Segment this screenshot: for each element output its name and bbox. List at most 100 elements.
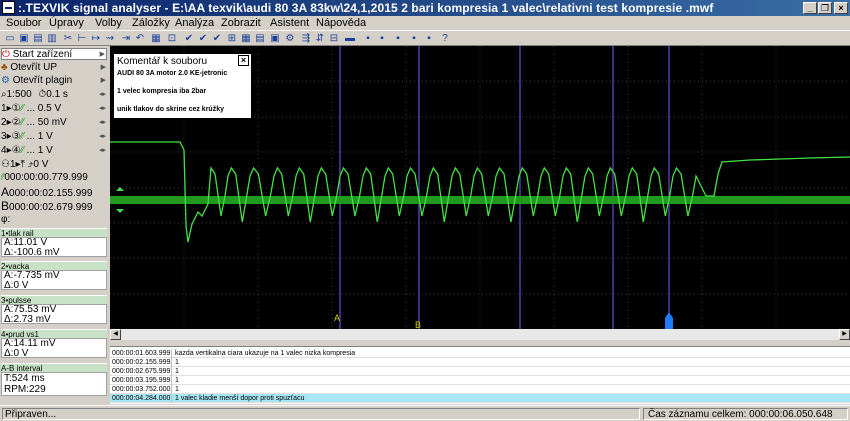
window-2-icon[interactable]: ▪ [376,33,388,44]
table-icon[interactable]: ▤ [254,33,266,44]
channel-range: 0.5 V [37,103,62,114]
trigger-dropdown-icon[interactable]: ⇝ [104,33,116,44]
menu-asistent[interactable]: Asistent [270,16,309,30]
position-marker-icon[interactable] [665,312,673,329]
check-double-icon[interactable]: ✔ [197,33,209,44]
cursor-b-row[interactable]: B000:00:02.679.999 [1,200,107,212]
menu-upravy[interactable]: Úpravy [49,16,84,30]
trigger-edge-icon: ⤒ [20,159,25,170]
channel-row-1[interactable]: 1▸①⁄⁄ ... 0.5 V ◂▸ [1,103,107,115]
event-row[interactable]: 000:00:03.195.999 1 [110,376,850,385]
spin-icon[interactable]: ◂▸ [99,103,106,115]
window-3-icon[interactable]: ▪ [392,33,404,44]
spin-icon[interactable]: ◂▸ [99,131,106,143]
menu-zobrazit[interactable]: Zobrazit [221,16,261,30]
spin-icon[interactable]: ◂▸ [99,89,106,101]
event-row[interactable]: 000:00:02.155.999 1 [110,358,850,367]
open-up-button[interactable]: ♣ Otevřít UP ▶ [1,62,107,74]
toolbar: ▭ ▣ ▤ ▥ ✂ ⊢ ↦ ⇝ ⇥ ↶ ▦ ⊡ ✔ ✔ ✔ ⊞ ▦ ▤ ▣ ⚙ … [0,30,850,46]
spin-icon[interactable]: ◂▸ [99,117,106,129]
scissors-icon[interactable]: ✂ [62,33,74,44]
event-row[interactable]: 000:00:01.603.999 kazda vertikalna ciara… [110,349,850,358]
cursor-tool-icon[interactable]: ↦ [90,33,102,44]
window-1-icon[interactable]: ▪ [362,33,374,44]
export-icon[interactable]: ▤ [32,33,44,44]
file-comment-popup: Komentář k souboru × AUDI 80 3A motor 2.… [113,53,252,119]
comment-title: Komentář k souboru [117,56,208,67]
probe-icon: ⁄⁄ [20,117,24,128]
channel-dropdown-icon[interactable]: ▦ [150,33,162,44]
cursor-align-icon[interactable]: ⇵ [314,33,326,44]
minimize-button[interactable]: _ [803,2,817,14]
phase-row[interactable]: φ: [1,214,107,226]
scroll-left-icon[interactable]: ◀ [110,329,121,340]
level-marker-down-icon[interactable] [116,209,124,213]
channel-row-2[interactable]: 2▸②⁄⁄ ... 50 mV ◂▸ [1,117,107,129]
event-text: 1 [175,359,179,366]
cursor-a-marker[interactable]: A [334,313,340,323]
grid-icon[interactable]: ▦ [240,33,252,44]
menu-zalozky[interactable]: Záložky [132,16,170,30]
save-icon[interactable]: ▣ [18,33,30,44]
menu-volby[interactable]: Volby [95,16,122,30]
close-button[interactable]: × [834,2,848,14]
cursor-a-letter: A [1,186,10,198]
channel-2-header: 2•vacka [1,261,107,271]
event-row[interactable]: 000:00:02.675.999 1 [110,367,850,376]
channel-1-header: 1•tlak rail [1,228,107,238]
scroll-right-icon[interactable]: ▶ [839,329,850,340]
check-icon[interactable]: ✔ [183,33,195,44]
zoom-fit-icon[interactable]: ⊞ [226,33,238,44]
event-text: 1 [175,377,179,384]
undo-icon[interactable]: ↶ [134,33,146,44]
channel-row-4[interactable]: 4▸④⁄⁄ ... 1 V ◂▸ [1,145,107,157]
event-row-selected[interactable]: 000:00:04.284.000 1 valec kladie menší d… [110,394,850,403]
app-icon [2,1,15,14]
channel-4-values: A:14.11 mV Δ:0 V [1,338,107,359]
print-icon[interactable]: ▥ [46,33,58,44]
cursor-sync-icon[interactable]: ⇶ [300,33,312,44]
start-device-button[interactable]: ⏻ Start zařízení ▶ [1,48,107,60]
channel-row-3[interactable]: 3▸③⁄⁄ ... 1 V ◂▸ [1,131,107,143]
comment-close-button[interactable]: × [238,55,249,66]
window-5-icon[interactable]: ▪ [423,33,435,44]
scale-value[interactable]: 1:500 [7,89,32,100]
trigger-row[interactable]: ⚇1▸⤒ ⤴0 V [1,159,107,171]
view-icon[interactable]: ▣ [269,33,281,44]
open-plugin-button[interactable]: ⚙ Otevřít plagin ▶ [1,75,107,87]
help-icon[interactable]: ? [439,33,451,44]
window-4-icon[interactable]: ▪ [408,33,420,44]
trigger-time-row[interactable]: ⁄⁄000:00:00.779.999 [1,172,107,184]
event-list[interactable]: 000:00:01.603.999 kazda vertikalna ciara… [110,346,850,404]
maximize-button[interactable]: ❐ [818,2,832,14]
cursor-a-row[interactable]: A000:00:02.155.999 [1,186,107,198]
settings-dropdown-icon[interactable]: ⚙ [284,33,296,44]
menu-soubor[interactable]: Soubor [6,16,41,30]
menu-analyza[interactable]: Analýza [175,16,214,30]
timebase-value[interactable]: 0.1 s [46,89,68,100]
spin-icon[interactable]: ◂▸ [99,145,106,157]
open-plugin-label: Otevřít plagin [12,75,73,86]
cursor-a-time: 000:00:02.155.999 [9,188,93,198]
marker-dropdown-icon[interactable]: ⊡ [166,33,178,44]
chevron-right-icon: ▶ [100,64,106,71]
channel-circle-icon: ▸① [6,103,21,114]
check-all-icon[interactable]: ✔ [211,33,223,44]
cursor-b-marker[interactable]: B [415,320,421,329]
menu-napoveda[interactable]: Nápověda [316,16,366,30]
cursor-markers[interactable]: AB [334,312,673,329]
channel-3-values: A:75.53 mV Δ:2.73 mV [1,304,107,325]
layout-dropdown-icon[interactable]: ▬ [344,33,356,44]
event-row[interactable]: 000:00:03.752.000 1 [110,385,850,394]
split-icon[interactable]: ⊟ [328,33,340,44]
power-icon: ⏻ [2,49,10,60]
trigger-icon: ⚇1▸ [1,159,21,170]
channel-4-delta-value: Δ:0 V [4,348,29,359]
channel-1-delta-value: Δ:-100.6 mV [4,247,60,258]
phase-label: φ: [1,214,11,225]
plugin-icon: ⚙ [1,75,10,86]
zoom-dropdown-icon[interactable]: ⇥ [120,33,132,44]
horizontal-scrollbar[interactable]: ◀ ▶ [110,329,850,340]
open-folder-icon[interactable]: ▭ [4,33,16,44]
measure-icon[interactable]: ⊢ [76,33,88,44]
